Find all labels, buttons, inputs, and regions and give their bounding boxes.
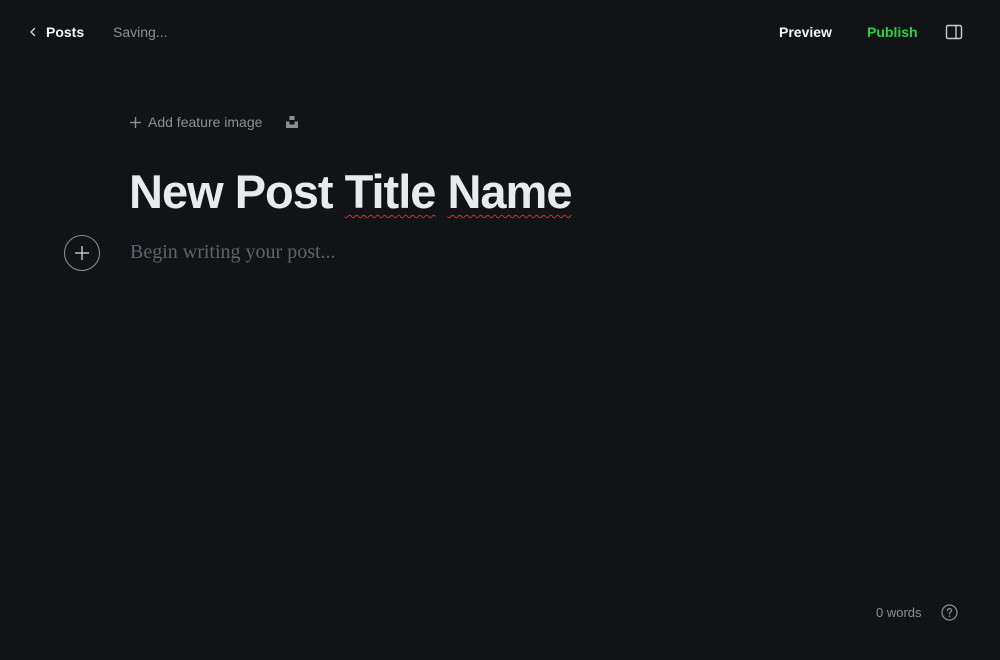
- editor-header: Posts Saving... Preview Publish: [0, 0, 1000, 64]
- help-icon[interactable]: [941, 604, 958, 621]
- back-link-label: Posts: [46, 24, 85, 40]
- title-word-misspelled: Title: [344, 165, 437, 218]
- sidebar-toggle-icon[interactable]: [945, 24, 963, 40]
- save-status: Saving...: [113, 24, 168, 40]
- back-to-posts-link[interactable]: Posts: [28, 22, 84, 42]
- preview-button[interactable]: Preview: [779, 24, 832, 40]
- feature-image-row: Add feature image: [129, 112, 299, 132]
- post-body-editor[interactable]: Begin writing your post...: [130, 241, 830, 264]
- add-feature-image-button[interactable]: Add feature image: [129, 114, 262, 130]
- unsplash-icon[interactable]: [285, 115, 299, 129]
- chevron-left-icon: [28, 27, 38, 37]
- publish-button[interactable]: Publish: [867, 24, 918, 40]
- plus-icon: [74, 245, 90, 261]
- title-word-misspelled: Name: [447, 165, 572, 218]
- word-count: 0 words: [876, 605, 922, 620]
- plus-icon: [129, 116, 142, 129]
- add-card-button[interactable]: [64, 235, 100, 271]
- post-editor: Posts Saving... Preview Publish Add feat…: [0, 0, 1000, 660]
- add-feature-image-label: Add feature image: [148, 114, 263, 130]
- post-title-field[interactable]: New Post Title Name: [129, 164, 572, 219]
- title-word: Post: [234, 165, 334, 218]
- title-word: New: [129, 165, 224, 218]
